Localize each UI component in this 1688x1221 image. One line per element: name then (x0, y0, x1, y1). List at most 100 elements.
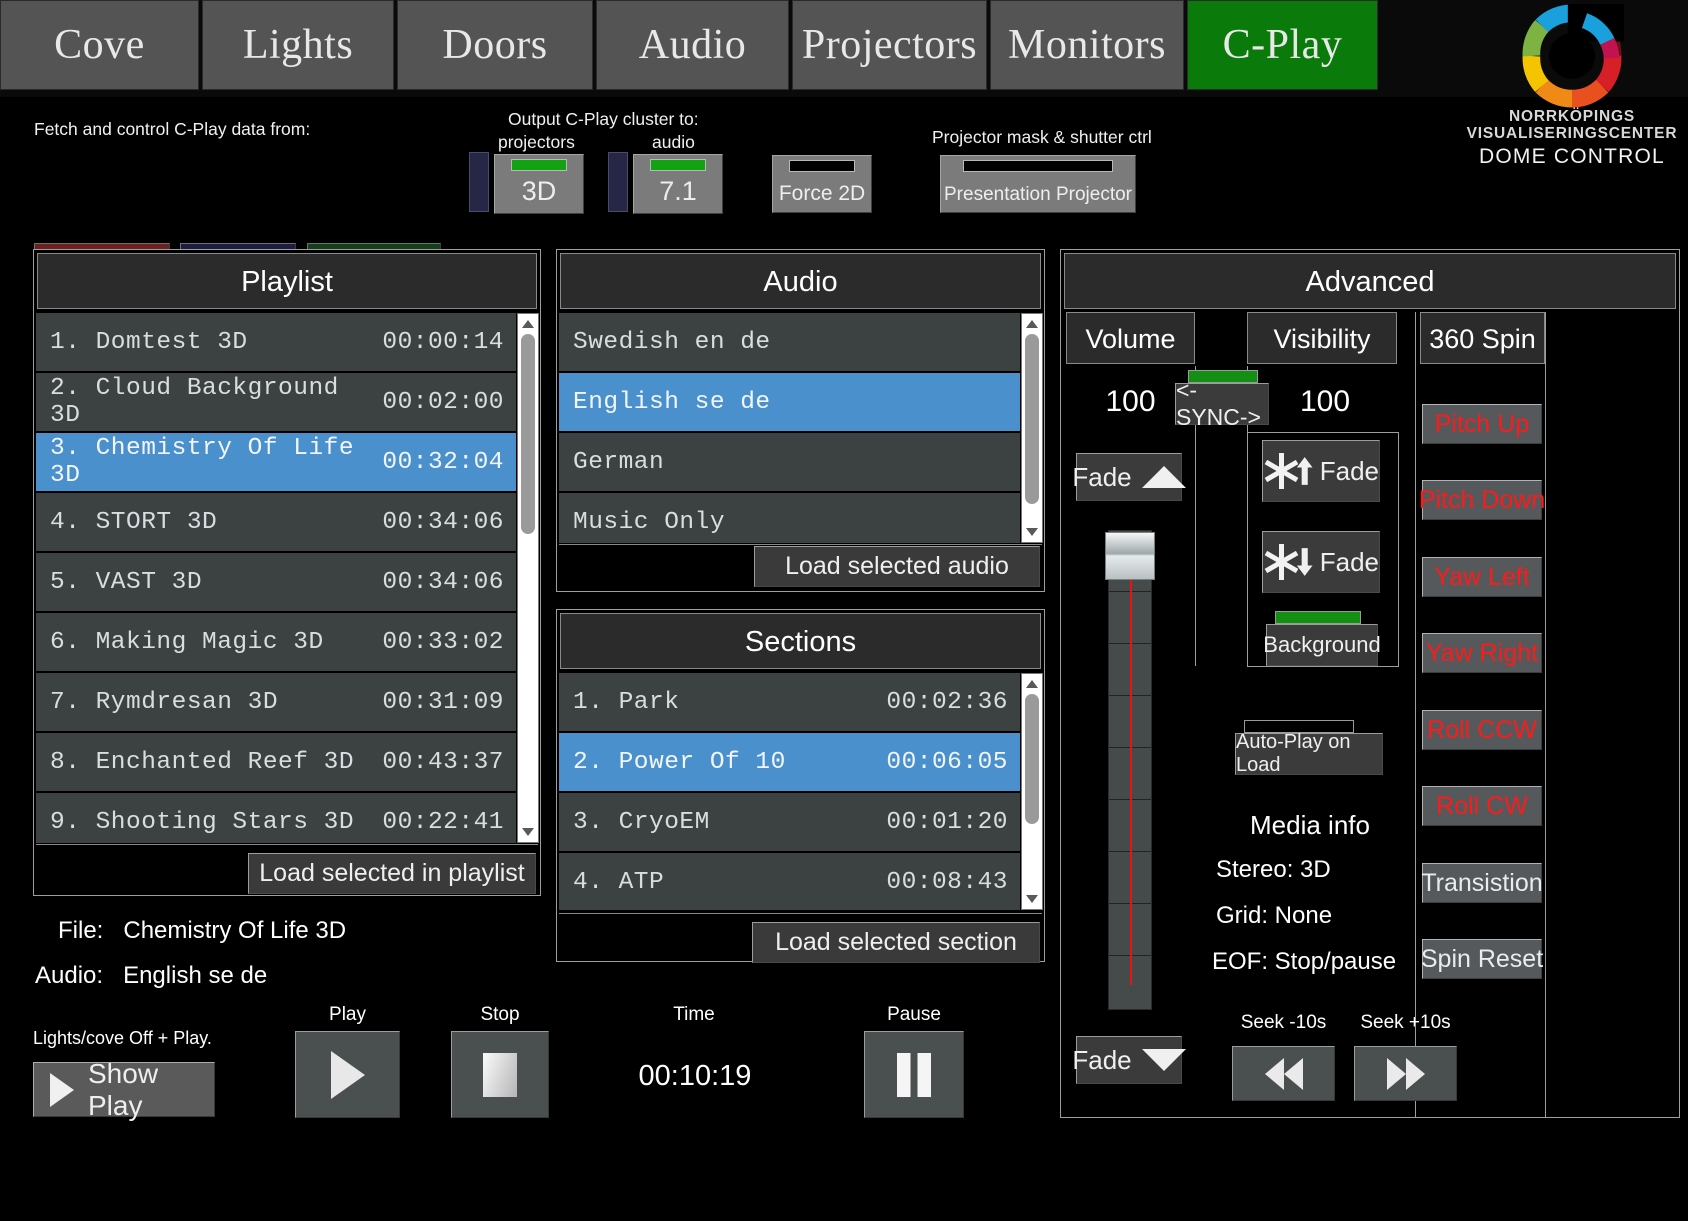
chevron-down-icon[interactable] (1026, 895, 1038, 903)
playlist-item-label: 8. Enchanted Reef 3D (50, 748, 355, 776)
chevron-down-icon[interactable] (1026, 528, 1038, 536)
divider (1545, 312, 1546, 1118)
roll-cw-button[interactable]: Roll CW (1422, 786, 1542, 826)
load-selected-section-button[interactable]: Load selected section (752, 922, 1040, 963)
force-2d-button[interactable]: Force 2D (772, 155, 872, 213)
tab-doors[interactable]: Doors (397, 0, 593, 90)
auto-play-on-load-button[interactable]: Auto-Play on Load (1235, 720, 1383, 776)
background-button[interactable]: Background (1263, 611, 1381, 666)
table-row[interactable]: 2. Power Of 10 00:06:05 (559, 733, 1020, 793)
table-row[interactable]: 1. Domtest 3D 00:00:14 (36, 313, 516, 373)
tab-cplay[interactable]: C-Play (1187, 0, 1378, 90)
output-projectors-label: projectors (498, 132, 575, 152)
playlist-list[interactable]: 1. Domtest 3D 00:00:14 2. Cloud Backgrou… (36, 313, 516, 843)
audio-track-list[interactable]: Swedish en de English se de German Music… (559, 313, 1020, 543)
yaw-right-button[interactable]: Yaw Right (1422, 633, 1542, 673)
chevron-up-icon[interactable] (522, 320, 534, 328)
pause-button[interactable] (864, 1031, 964, 1118)
pitch-up-button[interactable]: Pitch Up (1422, 404, 1542, 444)
list-item[interactable]: Music Only (559, 493, 1020, 543)
tab-lights[interactable]: Lights (202, 0, 394, 90)
table-row[interactable]: 1. Park 00:02:36 (559, 673, 1020, 733)
output-3d-button[interactable]: 3D (494, 154, 584, 214)
play-button[interactable] (295, 1031, 400, 1118)
arrow-down-icon (1297, 548, 1313, 576)
list-item[interactable]: English se de (559, 373, 1020, 433)
transistion-button[interactable]: Transistion (1421, 863, 1543, 903)
scrollbar-thumb[interactable] (521, 334, 535, 534)
chevron-down-icon[interactable] (522, 828, 534, 836)
table-row[interactable]: 6. Making Magic 3D 00:33:02 (36, 613, 516, 673)
load-selected-in-playlist-button[interactable]: Load selected in playlist (248, 853, 536, 894)
load-selected-audio-button[interactable]: Load selected audio (754, 546, 1040, 587)
table-row[interactable]: 2. Cloud Background 3D 00:02:00 (36, 373, 516, 433)
playlist-item-time: 00:34:06 (382, 508, 504, 536)
media-info-grid: Grid: None (1216, 902, 1333, 929)
chevron-up-icon[interactable] (1026, 680, 1038, 688)
background-label: Background (1263, 632, 1381, 657)
table-row[interactable]: 8. Enchanted Reef 3D 00:43:37 (36, 733, 516, 793)
tab-projectors[interactable]: Projectors (792, 0, 987, 90)
seek-back-button[interactable] (1232, 1046, 1335, 1101)
seek-forward-label: Seek +10s (1360, 1012, 1451, 1033)
auto-play-label: Auto-Play on Load (1236, 731, 1351, 776)
spin-reset-button[interactable]: Spin Reset (1421, 939, 1543, 979)
table-row[interactable]: 4. STORT 3D 00:34:06 (36, 493, 516, 553)
seek-forward-button[interactable] (1354, 1046, 1457, 1101)
cplay-control-strip: Fetch and control C-Play data from: Atla… (0, 97, 1688, 309)
table-row[interactable]: 7. Rymdresan 3D 00:31:09 (36, 673, 516, 733)
yaw-left-button[interactable]: Yaw Left (1422, 557, 1542, 597)
section-item-label: 4. ATP (573, 868, 665, 896)
visibility-fade-down-button[interactable]: Fade (1262, 531, 1380, 593)
showplay-hint: Lights/cove Off + Play. (33, 1028, 212, 1048)
stop-button[interactable] (451, 1031, 549, 1118)
media-info-eof: EOF: Stop/pause (1212, 948, 1397, 975)
output-71-button[interactable]: 7.1 (633, 154, 723, 214)
section-item-time: 00:01:20 (886, 808, 1008, 836)
sections-list[interactable]: 1. Park 00:02:36 2. Power Of 10 00:06:05… (559, 673, 1020, 910)
advanced-title: Advanced (1064, 253, 1676, 309)
file-info-row: File: Chemistry Of Life 3D (58, 917, 346, 945)
playlist-item-label: 4. STORT 3D (50, 508, 218, 536)
volume-fade-up-button[interactable]: Fade (1072, 453, 1186, 501)
section-item-label: 1. Park (573, 688, 680, 716)
stop-icon (483, 1052, 517, 1097)
chevron-up-icon[interactable] (1026, 320, 1038, 328)
audio-scrollbar[interactable] (1021, 313, 1043, 543)
table-row[interactable]: 3. CryoEM 00:01:20 (559, 793, 1020, 853)
volume-fader-line (1130, 565, 1132, 985)
tab-cove[interactable]: Cove (0, 0, 199, 90)
tab-monitors[interactable]: Monitors (990, 0, 1184, 90)
sync-button[interactable]: <-SYNC-> (1175, 370, 1269, 430)
volume-fader-knob[interactable] (1105, 532, 1155, 580)
roll-ccw-button[interactable]: Roll CCW (1422, 710, 1542, 750)
play-label: Play (329, 1004, 366, 1025)
table-row[interactable]: 3. Chemistry Of Life 3D 00:32:04 (36, 433, 516, 493)
tab-audio[interactable]: Audio (596, 0, 789, 90)
playlist-item-label: 7. Rymdresan 3D (50, 688, 279, 716)
divider (1415, 312, 1416, 1118)
volume-fade-down-button[interactable]: Fade (1072, 1036, 1186, 1084)
table-row[interactable]: 5. VAST 3D 00:34:06 (36, 553, 516, 613)
list-item[interactable]: Swedish en de (559, 313, 1020, 373)
media-info-stereo: Stereo: 3D (1216, 856, 1331, 883)
playlist-scrollbar[interactable] (517, 313, 539, 843)
pause-label: Pause (887, 1004, 941, 1025)
audio-item-label: Music Only (573, 508, 726, 536)
show-play-button[interactable]: Show Play (33, 1058, 215, 1121)
table-row[interactable]: 4. ATP 00:08:43 (559, 853, 1020, 910)
presentation-projector-button[interactable]: Presentation Projector (940, 155, 1136, 213)
spin-title: 360 Spin (1420, 312, 1545, 364)
playlist-title: Playlist (37, 253, 537, 309)
media-info-title: Media info (1250, 810, 1370, 840)
sections-scrollbar[interactable] (1021, 673, 1043, 910)
section-item-label: 3. CryoEM (573, 808, 710, 836)
scrollbar-thumb[interactable] (1025, 334, 1039, 504)
audio-value: English se de (123, 962, 268, 989)
pitch-down-button[interactable]: Pitch Down (1419, 480, 1545, 520)
sync-label: <-SYNC-> (1176, 377, 1261, 430)
list-item[interactable]: German (559, 433, 1020, 493)
visibility-fade-up-button[interactable]: Fade (1262, 440, 1380, 502)
table-row[interactable]: 9. Shooting Stars 3D 00:22:41 (36, 793, 516, 843)
scrollbar-thumb[interactable] (1025, 694, 1039, 824)
